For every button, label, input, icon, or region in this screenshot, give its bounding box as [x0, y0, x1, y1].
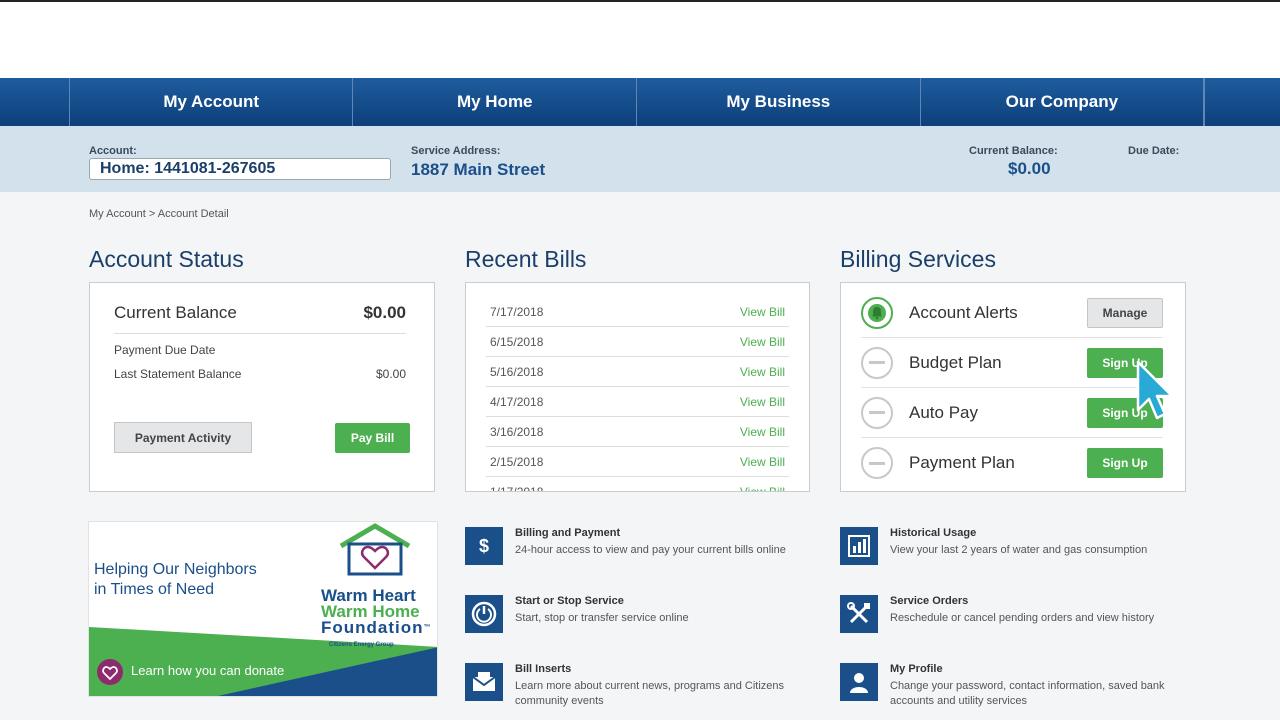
recent-bills-title: Recent Bills	[465, 246, 587, 272]
bill-date: 6/15/2018	[490, 334, 544, 349]
tools-icon	[840, 595, 878, 633]
nav-edge-right	[1204, 78, 1280, 126]
logo-line-3: Foundation™	[321, 618, 432, 637]
current-balance-label: Current Balance:	[969, 145, 1058, 157]
link-description: Reschedule or cancel pending orders and …	[890, 612, 1155, 624]
link-description: Learn more about current news, programs …	[515, 680, 785, 707]
current-balance-value: $0.00	[1008, 159, 1051, 178]
bill-row: 3/16/2018 View Bill	[486, 417, 789, 447]
recent-bills-panel: 7/17/2018 View Bill 6/15/2018 View Bill 5/16…	[465, 282, 810, 492]
donate-link[interactable]: Learn how you can donate	[131, 663, 284, 678]
logo-trademark: ™	[423, 624, 432, 631]
top-blank-area	[0, 0, 1280, 78]
service-name: Account Alerts	[909, 302, 1018, 322]
service-address-label: Service Address:	[411, 145, 501, 157]
link-description: Change your password, contact informatio…	[890, 680, 1165, 707]
document-dollar-icon: $	[465, 527, 503, 565]
bills-list: 7/17/2018 View Bill 6/15/2018 View Bill 5/16…	[486, 297, 789, 491]
link-title[interactable]: Start or Stop Service	[515, 595, 624, 607]
bill-date: 2/15/2018	[490, 454, 544, 469]
billing-services-title: Billing Services	[840, 246, 996, 272]
payment-plan-signup-button[interactable]: Sign Up	[1087, 448, 1163, 478]
promo-tagline-line-1: Helping Our Neighbors	[94, 561, 257, 578]
bell-icon	[861, 296, 893, 329]
link-description: 24-hour access to view and pay your curr…	[515, 544, 786, 556]
service-address-value: 1887 Main Street	[411, 160, 546, 179]
last-statement-value: $0.00	[375, 367, 406, 381]
envelope-icon	[465, 663, 503, 701]
due-date-label: Due Date:	[1128, 145, 1180, 157]
link-title[interactable]: Service Orders	[890, 595, 968, 607]
bar-chart-icon	[840, 527, 878, 565]
mouse-pointer-icon	[1136, 360, 1174, 420]
bill-date: 3/16/2018	[490, 424, 544, 439]
view-bill-link[interactable]: View Bill	[740, 455, 785, 469]
link-description: View your last 2 years of water and gas …	[890, 544, 1148, 556]
service-row-account-alerts: Account Alerts Manage	[861, 288, 1163, 338]
logo-subtitle: Citizens Energy Group	[329, 642, 394, 648]
foundation-logo-text: Warm Heart Warm Home Foundation™	[321, 587, 432, 637]
breadcrumb[interactable]: My Account > Account Detail	[89, 208, 229, 220]
minus-circle-icon	[861, 396, 893, 429]
donation-promo-banner[interactable]: Helping Our Neighbors in Times of Need W…	[88, 521, 438, 697]
bill-date: 1/17/2018	[490, 485, 543, 492]
billing-services-panel: Account Alerts Manage Budget Plan Sign U…	[840, 282, 1186, 492]
nav-my-home[interactable]: My Home	[353, 78, 638, 126]
link-title[interactable]: Billing and Payment	[515, 527, 620, 539]
current-balance-amount: $0.00	[363, 303, 406, 322]
power-icon	[465, 595, 503, 633]
view-bill-link[interactable]: View Bill	[740, 395, 785, 409]
view-bill-link[interactable]: View Bill	[740, 365, 785, 379]
manage-alerts-button[interactable]: Manage	[1087, 297, 1163, 328]
service-row-payment-plan: Payment Plan Sign Up	[861, 438, 1163, 488]
account-label: Account:	[89, 145, 137, 157]
view-bill-link[interactable]: View Bill	[740, 335, 785, 349]
heart-circle-icon	[97, 659, 123, 685]
service-name: Payment Plan	[909, 453, 1015, 472]
link-title[interactable]: My Profile	[890, 663, 943, 675]
bill-row: 4/17/2018 View Bill	[486, 387, 789, 417]
house-heart-logo-icon	[339, 523, 411, 576]
logo-word-foundation: Foundation	[321, 618, 424, 637]
bill-date: 4/17/2018	[490, 394, 544, 409]
main-nav: My Account My Home My Business Our Compa…	[0, 78, 1280, 126]
bill-row: 5/16/2018 View Bill	[486, 357, 789, 387]
service-name: Auto Pay	[909, 402, 978, 422]
nav-my-account[interactable]: My Account	[70, 78, 354, 126]
link-title[interactable]: Historical Usage	[890, 527, 976, 539]
link-title[interactable]: Bill Inserts	[515, 663, 571, 675]
bill-row: 1/17/2018 View Bill	[486, 477, 789, 492]
service-row-auto-pay: Auto Pay Sign Up	[861, 388, 1163, 438]
view-bill-link[interactable]: View Bill	[740, 305, 785, 319]
payment-due-row: Payment Due Date	[114, 343, 406, 357]
service-row-budget-plan: Budget Plan Sign Up	[861, 338, 1163, 388]
last-statement-row: Last Statement Balance $0.00	[114, 367, 406, 381]
promo-tagline-line-2: in Times of Need	[94, 581, 215, 598]
bill-row: 7/17/2018 View Bill	[486, 297, 789, 327]
current-balance-row: Current Balance $0.00	[114, 303, 406, 334]
pay-bill-button[interactable]: Pay Bill	[335, 423, 410, 453]
view-bill-link[interactable]: View Bill	[740, 485, 785, 492]
payment-due-label: Payment Due Date	[114, 343, 216, 357]
current-balance-label: Current Balance	[114, 303, 237, 322]
bill-row: 6/15/2018 View Bill	[486, 327, 789, 357]
account-select[interactable]: Home: 1441081-267605	[89, 158, 391, 180]
user-icon	[840, 663, 878, 701]
minus-circle-icon	[861, 346, 893, 379]
link-description: Start, stop or transfer service online	[515, 612, 689, 624]
promo-tagline: Helping Our Neighbors in Times of Need	[94, 560, 257, 600]
nav-edge-left	[0, 78, 70, 126]
bill-date: 5/16/2018	[490, 364, 544, 379]
bill-date: 7/17/2018	[490, 304, 544, 319]
last-statement-label: Last Statement Balance	[114, 367, 242, 381]
service-name: Budget Plan	[909, 352, 1002, 372]
account-status-title: Account Status	[89, 246, 244, 272]
view-bill-link[interactable]: View Bill	[740, 425, 785, 439]
minus-circle-icon	[861, 447, 893, 479]
nav-our-company[interactable]: Our Company	[921, 78, 1205, 126]
payment-activity-button[interactable]: Payment Activity	[114, 422, 252, 453]
account-status-panel: Current Balance $0.00 Payment Due Date L…	[89, 282, 435, 492]
nav-my-business[interactable]: My Business	[637, 78, 921, 126]
bill-row: 2/15/2018 View Bill	[486, 447, 789, 477]
